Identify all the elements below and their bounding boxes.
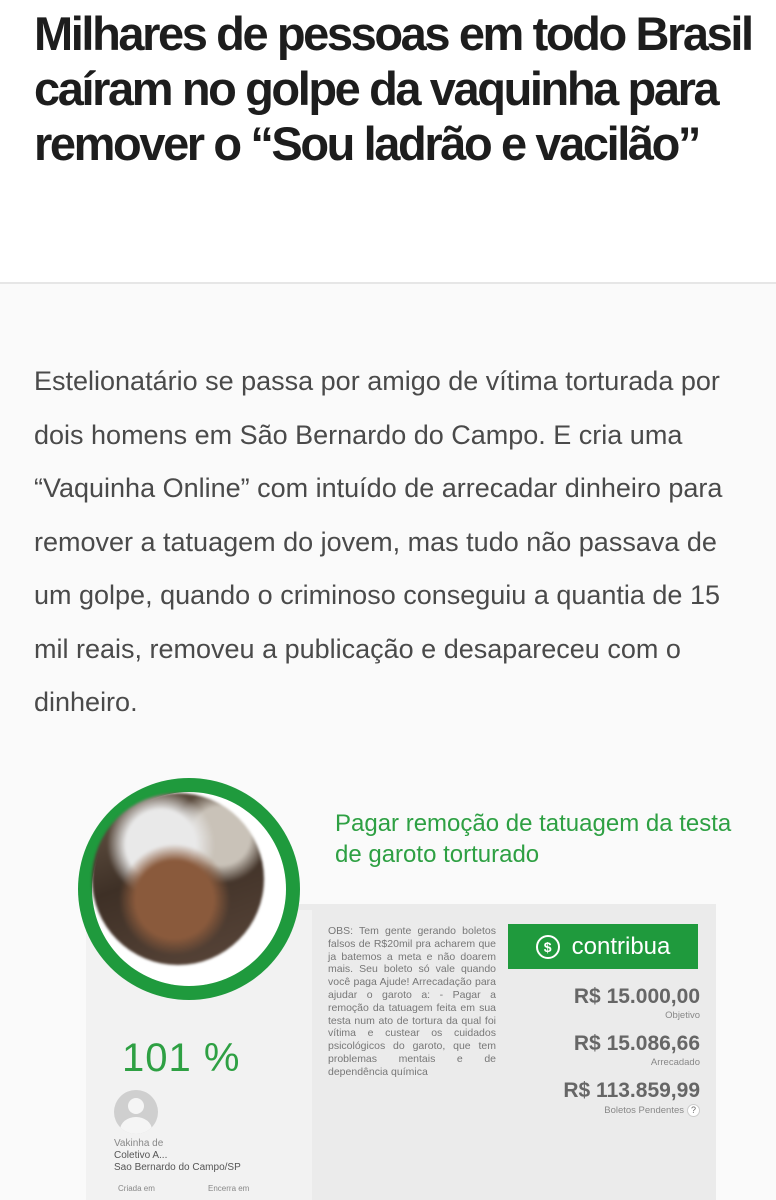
pending-caption-row: Boletos Pendentes? — [563, 1104, 700, 1117]
pending-block: R$ 113.859,99 Boletos Pendentes? — [563, 1079, 700, 1117]
goal-caption: Objetivo — [665, 1010, 700, 1021]
contribute-button[interactable]: $ contribua — [508, 924, 698, 969]
creator-name[interactable]: Coletivo A... — [114, 1150, 314, 1162]
goal-block: R$ 15.000,00 Objetivo — [574, 985, 700, 1021]
ends-label: Encerra em — [208, 1184, 250, 1193]
pending-caption: Boletos Pendentes — [604, 1105, 684, 1117]
campaign-photo — [92, 793, 264, 965]
raised-amount: R$ 15.086,66 — [573, 1032, 700, 1055]
campaign-title: Pagar remoção de tatuagem da testa de ga… — [335, 810, 732, 868]
progress-percent: 101 % — [122, 1036, 241, 1080]
pending-amount: R$ 113.859,99 — [563, 1079, 700, 1102]
article-headline: Milhares de pessoas em todo Brasil caíra… — [34, 7, 754, 170]
creator-location: Sao Bernardo do Campo/SP — [114, 1162, 241, 1173]
raised-caption: Arrecadado — [650, 1057, 700, 1068]
help-icon[interactable]: ? — [687, 1104, 700, 1117]
campaign-screenshot: Pagar remoção de tatuagem da testa de ga… — [0, 778, 776, 1200]
user-avatar-icon — [114, 1090, 158, 1134]
campaign-dates: Criada em Encerra em — [118, 1184, 298, 1193]
dollar-icon: $ — [535, 934, 560, 959]
contribute-label: contribua — [571, 932, 671, 960]
article-lead: Estelionatário se passa por amigo de vít… — [34, 366, 723, 717]
goal-amount: R$ 15.000,00 — [573, 985, 700, 1008]
campaign-description: OBS: Tem gente gerando boletos falsos de… — [328, 925, 496, 1078]
headline-block: Milhares de pessoas em todo Brasil caíra… — [0, 0, 776, 284]
creator-by: Vakinha de — [114, 1138, 164, 1149]
raised-block: R$ 15.086,66 Arrecadado — [574, 1032, 700, 1068]
page: Milhares de pessoas em todo Brasil caíra… — [0, 0, 776, 1200]
creator-info: Vakinha de Coletivo A... Sao Bernardo do… — [114, 1138, 314, 1174]
created-label: Criada em — [118, 1184, 155, 1193]
